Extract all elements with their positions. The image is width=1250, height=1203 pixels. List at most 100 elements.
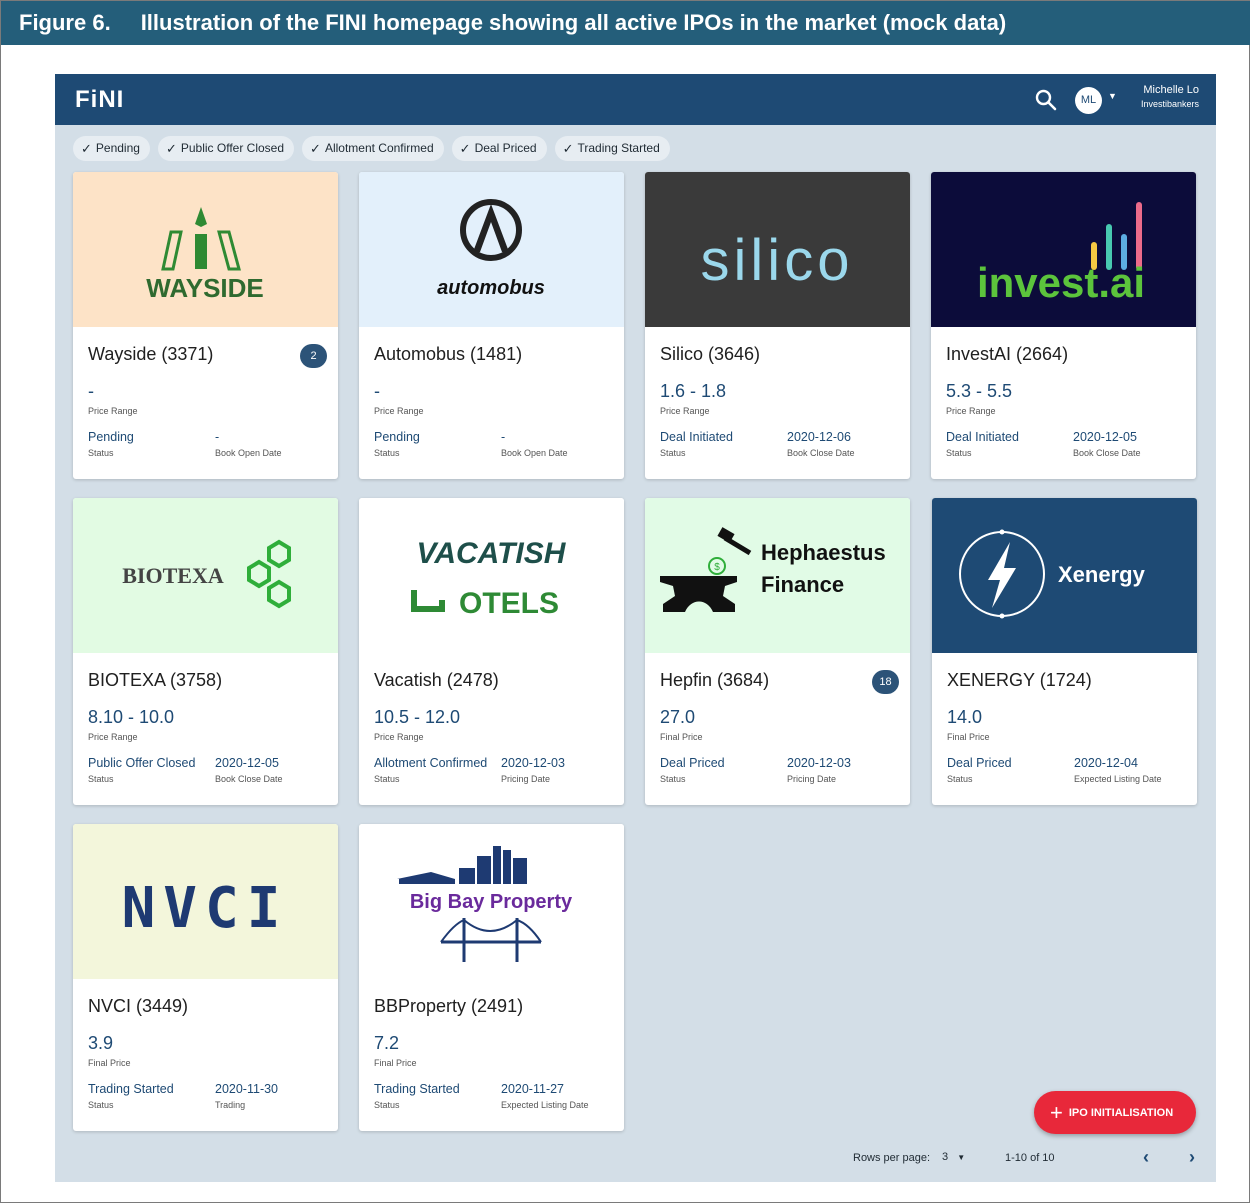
date-value: 2020-12-05 (1073, 430, 1137, 444)
date-label: Book Close Date (215, 774, 283, 784)
company-logo-nvci: NVCI (73, 824, 338, 979)
price-label: Price Range (374, 406, 424, 416)
date-label: Pricing Date (787, 774, 837, 784)
chip-label: Trading Started (577, 141, 660, 155)
logo-text-xenergy: Xenergy (1058, 562, 1146, 587)
figure-caption: Figure 6. Illustration of the FINI homepa… (1, 1, 1250, 45)
app-bar: FiNI ML ▼ Michelle Lo Investibankers (55, 74, 1216, 125)
fini-logo[interactable]: FiNI (75, 86, 124, 114)
chip-label: Pending (95, 141, 140, 155)
ipo-card-xenergy[interactable]: Xenergy XENERGY (1724) 14.0 Final Price … (932, 498, 1197, 805)
search-icon[interactable] (1033, 87, 1059, 113)
date-value: - (215, 430, 220, 444)
check-icon: ✓ (562, 141, 574, 156)
status-label: Status (88, 774, 114, 784)
previous-page-icon[interactable]: ‹ (1135, 1146, 1157, 1168)
notification-badge: 2 (300, 344, 327, 368)
status-value: Deal Priced (947, 756, 1012, 770)
date-value: 2020-12-03 (501, 756, 565, 770)
logo-text-finance: Finance (761, 572, 844, 597)
date-value: - (501, 430, 506, 444)
avatar[interactable]: ML (1075, 87, 1102, 114)
price-label: Price Range (660, 406, 710, 416)
figure-caption-text: Illustration of the FINI homepage showin… (140, 10, 1007, 35)
next-page-icon[interactable]: › (1181, 1146, 1203, 1168)
status-label: Status (374, 448, 400, 458)
logo-text-vacatish: VACATISH (417, 537, 567, 570)
status-value: Trading Started (374, 1082, 460, 1096)
card-title: Silico (3646) (660, 344, 761, 364)
app-window: FiNI ML ▼ Michelle Lo Investibankers ✓ Pe… (55, 74, 1216, 1182)
card-title: InvestAI (2664) (946, 344, 1069, 364)
ipo-card-silico[interactable]: silico Silico (3646) 1.6 - 1.8 Price Ran… (645, 172, 910, 479)
ipo-card-automobus[interactable]: automobus Automobus (1481) - Price Range… (359, 172, 624, 479)
svg-text:$: $ (714, 562, 720, 573)
status-label: Status (946, 448, 972, 458)
filter-chip-deal-priced[interactable]: ✓ Deal Priced (451, 136, 547, 161)
chevron-down-icon[interactable]: ▼ (1108, 91, 1117, 101)
card-title: NVCI (3449) (88, 996, 189, 1016)
rows-per-page-select[interactable]: 3 ▼ (942, 1151, 965, 1163)
card-title: Hepfin (3684) (660, 670, 770, 690)
date-label: Expected Listing Date (1074, 774, 1162, 784)
ipo-card-bbproperty[interactable]: Big Bay Property BBProperty (2491) 7.2 F… (359, 824, 624, 1131)
ipo-card-investai[interactable]: invest.ai InvestAI (2664) 5.3 - 5.5 Pric… (931, 172, 1196, 479)
plus-icon: + (1050, 1099, 1063, 1125)
ipo-card-biotexa[interactable]: BIOTEXA BIOTEXA (3758) 8.10 - 10.0 Price… (73, 498, 338, 805)
chevron-down-icon: ▼ (957, 1153, 966, 1162)
status-value: Pending (374, 430, 420, 444)
card-title: Automobus (1481) (374, 344, 523, 364)
card-title: Wayside (3371) (88, 344, 214, 364)
ipo-card-wayside[interactable]: WAYSIDE Wayside (3371) 2 - Price Range P… (73, 172, 338, 479)
price-value: 8.10 - 10.0 (88, 707, 175, 727)
company-logo-bbproperty: Big Bay Property (359, 824, 624, 979)
rows-per-page-value: 3 (942, 1151, 949, 1163)
status-label: Status (660, 448, 686, 458)
check-icon: ✓ (165, 141, 177, 156)
logo-text-biotexa: BIOTEXA (122, 563, 224, 588)
ipo-card-hepfin[interactable]: $ Hephaestus Finance Hepfin (3684) 18 27… (645, 498, 910, 805)
logo-text-automobus: automobus (437, 277, 545, 299)
price-value: 1.6 - 1.8 (660, 381, 727, 401)
price-value: 5.3 - 5.5 (946, 381, 1013, 401)
status-label: Status (88, 448, 114, 458)
filter-chip-allotment-confirmed[interactable]: ✓ Allotment Confirmed (302, 136, 444, 161)
ipo-card-vacatish[interactable]: VACATISH OTELS Vacatish (2478) 10.5 - 12… (359, 498, 624, 805)
filter-chip-pending[interactable]: ✓ Pending (73, 136, 150, 161)
price-label: Price Range (946, 406, 996, 416)
filter-chip-public-offer-closed[interactable]: ✓ Public Offer Closed (157, 136, 295, 161)
status-label: Status (374, 774, 400, 784)
status-value: Allotment Confirmed (374, 756, 488, 770)
logo-text-hephaestus: Hephaestus (761, 540, 886, 565)
company-logo-xenergy: Xenergy (932, 498, 1197, 653)
ipo-initialisation-button[interactable]: + IPO INITIALISATION (1034, 1091, 1196, 1134)
user-info: Michelle Lo Investibankers (1135, 84, 1199, 109)
check-icon: ✓ (81, 141, 92, 156)
price-value: - (374, 381, 380, 401)
price-label: Final Price (660, 732, 703, 742)
user-organisation: Investibankers (1140, 99, 1199, 109)
ipo-card-nvci[interactable]: NVCI NVCI (3449) 3.9 Final Price Trading… (73, 824, 338, 1131)
date-value: 2020-12-04 (1074, 756, 1138, 770)
company-logo-investai: invest.ai (931, 172, 1196, 327)
status-label: Status (660, 774, 686, 784)
chip-label: Allotment Confirmed (324, 141, 434, 155)
price-label: Final Price (88, 1058, 131, 1068)
card-title: XENERGY (1724) (947, 670, 1092, 690)
price-value: 3.9 (88, 1033, 114, 1053)
logo-text-bbproperty: Big Bay Property (410, 891, 573, 913)
figure-number: Figure 6. (19, 10, 111, 35)
status-label: Status (374, 1100, 400, 1110)
company-logo-biotexa: BIOTEXA (73, 498, 338, 653)
price-label: Price Range (88, 732, 138, 742)
filter-chip-trading-started[interactable]: ✓ Trading Started (554, 136, 670, 161)
price-label: Final Price (374, 1058, 417, 1068)
date-value: 2020-12-03 (787, 756, 851, 770)
date-value: 2020-12-05 (215, 756, 279, 770)
status-filter-chips: ✓ Pending ✓ Public Offer Closed ✓ Allotment… (73, 136, 670, 161)
company-logo-hepfin: $ Hephaestus Finance (645, 498, 910, 653)
price-label: Price Range (374, 732, 424, 742)
logo-text-nvci: NVCI (122, 876, 289, 941)
status-label: Status (88, 1100, 114, 1110)
status-value: Public Offer Closed (88, 756, 196, 770)
